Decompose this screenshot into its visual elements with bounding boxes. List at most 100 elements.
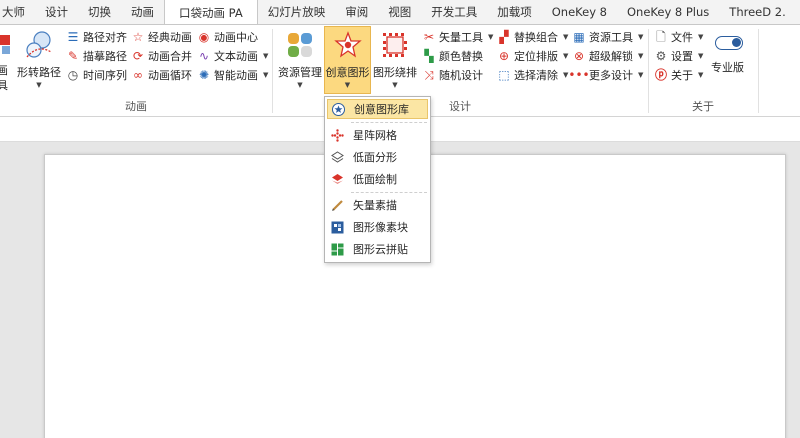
chevron-down-icon: ▼: [698, 32, 704, 41]
tab-view[interactable]: 视图: [378, 0, 421, 24]
text-animation-label: 文本动画: [214, 49, 258, 63]
tab-developer[interactable]: 开发工具: [421, 0, 487, 24]
tab-design[interactable]: 设计: [35, 0, 78, 24]
tab-transition[interactable]: 切换: [78, 0, 121, 24]
animation-merge-button[interactable]: ⟳ 动画合并: [131, 46, 192, 65]
tab-master[interactable]: 大师: [0, 0, 35, 24]
tab-threed[interactable]: ThreeD 2.: [719, 0, 795, 24]
path-align-label: 路径对齐: [83, 30, 127, 44]
about-label: 关于: [671, 68, 693, 82]
menu-item-creative-shape-library[interactable]: 创意图形库: [327, 99, 428, 119]
menu-item-label: 星阵网格: [353, 129, 397, 142]
menu-divider: [351, 192, 427, 193]
animation-center-label: 动画中心: [214, 30, 258, 44]
animation-center-button[interactable]: ◉ 动画中心: [197, 27, 258, 46]
creative-shape-menu: 创意图形库 星阵网格 低面分形 低面绘制 矢量素描 图形像素块 图形云拼贴: [324, 96, 431, 263]
replace-group-button[interactable]: ▞ 替换组合 ▼: [497, 27, 568, 46]
chevron-down-icon: ▼: [638, 32, 644, 41]
random-design-button[interactable]: ⤨ 随机设计: [422, 65, 483, 84]
pixel-block-icon: [327, 221, 347, 234]
time-sequence-button[interactable]: ◷ 时间序列: [66, 65, 127, 84]
shape-arrange-button[interactable]: 图形绕排 ▼: [372, 27, 418, 93]
animation-merge-label: 动画合并: [148, 49, 192, 63]
chevron-down-icon: ▼: [392, 81, 398, 89]
tab-slideshow[interactable]: 幻灯片放映: [258, 0, 336, 24]
group-separator: [758, 29, 759, 113]
path-align-button[interactable]: ☰ 路径对齐: [66, 27, 127, 46]
tab-onekey-8-plus[interactable]: OneKey 8 Plus: [617, 0, 719, 24]
star-icon: ☆: [132, 29, 144, 44]
partial-big-button[interactable]: 画 具: [0, 29, 12, 92]
menu-item-pixel-block[interactable]: 图形像素块: [327, 217, 428, 237]
more-design-label: 更多设计: [589, 68, 633, 82]
chevron-down-icon: ▼: [563, 51, 569, 60]
color-replace-label: 颜色替换: [439, 49, 483, 63]
menu-item-label: 低面分形: [353, 151, 397, 164]
resource-tools-button[interactable]: ▦ 资源工具 ▼: [572, 27, 643, 46]
menu-item-star-grid[interactable]: 星阵网格: [327, 125, 428, 145]
menu-item-low-poly-draw[interactable]: 低面绘制: [327, 169, 428, 189]
star-badge-icon: [328, 102, 348, 116]
select-clear-label: 选择清除: [514, 68, 558, 82]
toggle-icon: [715, 36, 743, 50]
animation-loop-button[interactable]: ∞ 动画循环: [131, 65, 192, 84]
shape-arrange-label: 图形绕排: [373, 66, 417, 79]
menu-divider: [351, 122, 427, 123]
resource-tools-icon: ▦: [573, 29, 585, 44]
merge-icon: ⟳: [132, 48, 144, 63]
classic-animation-label: 经典动画: [148, 30, 192, 44]
shape-to-path-button[interactable]: 形转路径 ▼: [17, 27, 61, 93]
super-unlock-button[interactable]: ⊗ 超级解锁 ▼: [572, 46, 643, 65]
tab-review[interactable]: 审阅: [335, 0, 378, 24]
file-button[interactable]: 🗋 文件 ▼: [654, 27, 703, 46]
select-clear-icon: ⬚: [498, 67, 510, 82]
trace-path-label: 描摹路径: [83, 49, 127, 63]
chevron-down-icon: ▼: [263, 51, 269, 60]
chevron-down-icon: ▼: [698, 70, 704, 79]
menu-item-low-poly-fractal[interactable]: 低面分形: [327, 147, 428, 167]
text-animation-button[interactable]: ∿ 文本动画 ▼: [197, 46, 268, 65]
tab-onekey-8[interactable]: OneKey 8: [542, 0, 617, 24]
tab-addins[interactable]: 加载项: [487, 0, 542, 24]
paint-roller-icon: ▚: [424, 48, 434, 63]
trace-path-icon: ✎: [67, 48, 79, 63]
group-label-animation: 动画: [125, 100, 147, 113]
unlock-icon: ⊗: [573, 48, 585, 63]
file-label: 文件: [671, 30, 693, 44]
smart-animation-label: 智能动画: [214, 68, 258, 82]
chevron-down-icon: ▼: [638, 70, 644, 79]
resource-tools-label: 资源工具: [589, 30, 633, 44]
creative-shape-button[interactable]: 创意图形 ▼: [324, 26, 371, 94]
menu-item-vector-sketch[interactable]: 矢量素描: [327, 195, 428, 215]
trace-path-button[interactable]: ✎ 描摹路径: [66, 46, 127, 65]
settings-button[interactable]: ⚙ 设置 ▼: [654, 46, 704, 65]
pa-logo-icon: ⓟ: [654, 67, 667, 82]
menu-item-label: 图形云拼贴: [353, 243, 408, 256]
chevron-down-icon: ▼: [698, 51, 704, 60]
select-clear-button[interactable]: ⬚ 选择清除 ▼: [497, 65, 568, 84]
record-icon: ◉: [198, 29, 210, 44]
tab-animation[interactable]: 动画: [121, 0, 164, 24]
resource-manage-button[interactable]: 资源管理 ▼: [276, 27, 324, 93]
vector-tools-icon: ✂: [423, 29, 435, 44]
classic-animation-button[interactable]: ☆ 经典动画: [131, 27, 192, 46]
crosshair-icon: ⊕: [498, 48, 510, 63]
menu-item-cloud-collage[interactable]: 图形云拼贴: [327, 239, 428, 259]
shapes-icon: [0, 35, 10, 54]
pro-edition-button[interactable]: 专业版: [711, 33, 751, 77]
loop-icon: ∞: [133, 67, 143, 82]
chevron-down-icon: ▼: [344, 81, 351, 89]
vector-tools-button[interactable]: ✂ 矢量工具 ▼: [422, 27, 493, 46]
replace-group-icon: ▞: [499, 29, 509, 44]
ribbon-tab-bar: 大师 设计 切换 动画 口袋动画 PA 幻灯片放映 审阅 视图 开发工具 加载项…: [0, 0, 800, 25]
layers-outline-icon: [327, 150, 347, 164]
grid-tile-icon: [327, 243, 347, 256]
tab-pocket-animation[interactable]: 口袋动画 PA: [164, 0, 258, 24]
random-design-label: 随机设计: [439, 68, 483, 82]
about-button[interactable]: ⓟ 关于 ▼: [654, 65, 703, 84]
smart-animation-button[interactable]: ✺ 智能动画 ▼: [197, 65, 268, 84]
position-layout-button[interactable]: ⊕ 定位排版 ▼: [497, 46, 568, 65]
path-shapes-icon: [26, 31, 52, 58]
more-design-button[interactable]: ••• 更多设计 ▼: [568, 65, 644, 84]
color-replace-button[interactable]: ▚ 颜色替换: [422, 46, 483, 65]
